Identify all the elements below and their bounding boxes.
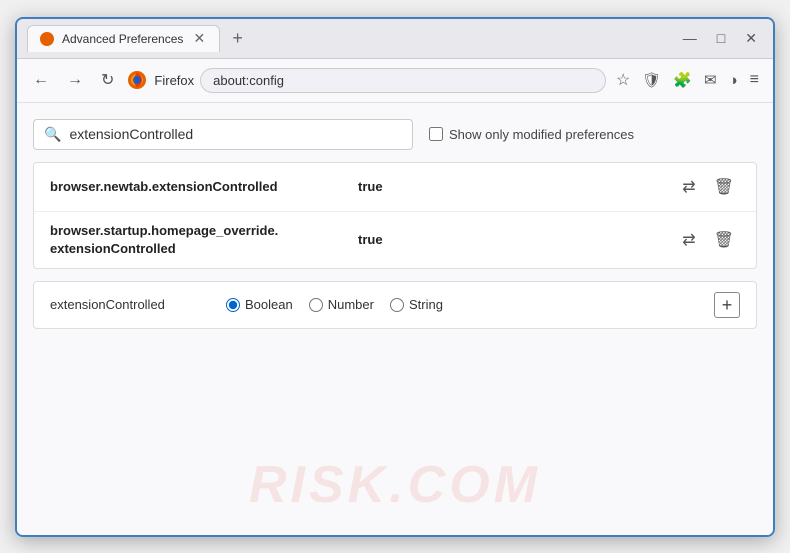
forward-button[interactable]: → bbox=[61, 67, 89, 93]
search-input-wrap[interactable]: 🔍 bbox=[33, 119, 413, 150]
add-pref-button[interactable]: + bbox=[714, 292, 740, 318]
browser-window: Advanced Preferences ✕ + — □ ✕ ← → ↻ Fir… bbox=[15, 17, 775, 537]
content-area: 🔍 Show only modified preferences browser… bbox=[17, 103, 773, 535]
hamburger-icon: ≡ bbox=[750, 71, 759, 89]
share-icon: ✉ bbox=[704, 71, 717, 89]
minimize-button[interactable]: — bbox=[677, 28, 703, 49]
row-2-actions: ⇄ 🗑 bbox=[676, 226, 740, 254]
delete-button-1[interactable]: 🗑 bbox=[708, 173, 740, 201]
window-controls: — □ ✕ bbox=[677, 28, 763, 49]
browser-name-label: Firefox bbox=[154, 73, 194, 88]
compat-icon: ◑ bbox=[729, 72, 738, 89]
toggle-button-1[interactable]: ⇄ bbox=[676, 173, 701, 201]
toggle-icon-1: ⇄ bbox=[682, 179, 695, 196]
new-tab-button[interactable]: + bbox=[226, 28, 249, 49]
firefox-logo-icon bbox=[126, 69, 148, 91]
string-label: String bbox=[409, 297, 443, 312]
delete-icon-1: 🗑 bbox=[714, 179, 734, 196]
show-modified-wrap: Show only modified preferences bbox=[429, 127, 634, 142]
table-row[interactable]: browser.startup.homepage_override.extens… bbox=[34, 212, 756, 268]
delete-button-2[interactable]: 🗑 bbox=[708, 226, 740, 254]
back-button[interactable]: ← bbox=[27, 67, 55, 93]
toggle-button-2[interactable]: ⇄ bbox=[676, 226, 701, 254]
tab-close-button[interactable]: ✕ bbox=[191, 31, 207, 47]
search-input[interactable] bbox=[69, 126, 402, 142]
compat-button[interactable]: ◑ bbox=[725, 68, 742, 93]
table-row[interactable]: browser.newtab.extensionControlled true … bbox=[34, 163, 756, 212]
show-modified-checkbox[interactable] bbox=[429, 127, 443, 141]
share-button[interactable]: ✉ bbox=[700, 67, 721, 93]
boolean-label: Boolean bbox=[245, 297, 293, 312]
reload-button[interactable]: ↻ bbox=[95, 66, 120, 94]
pref-value-2: true bbox=[358, 232, 668, 247]
number-radio[interactable] bbox=[309, 298, 323, 312]
results-table: browser.newtab.extensionControlled true … bbox=[33, 162, 757, 269]
shield-button[interactable]: 🛡 bbox=[638, 67, 665, 93]
address-bar[interactable]: about:config bbox=[200, 68, 606, 93]
pref-value-1: true bbox=[358, 179, 668, 194]
delete-icon-2: 🗑 bbox=[714, 232, 734, 249]
show-modified-label: Show only modified preferences bbox=[449, 127, 634, 142]
bookmark-button[interactable]: ☆ bbox=[612, 66, 634, 94]
boolean-radio[interactable] bbox=[226, 298, 240, 312]
number-radio-label[interactable]: Number bbox=[309, 297, 374, 312]
shield-icon: 🛡 bbox=[642, 71, 661, 89]
tab-label: Advanced Preferences bbox=[62, 32, 183, 46]
watermark: RISK.COM bbox=[249, 455, 541, 515]
maximize-button[interactable]: □ bbox=[711, 28, 731, 49]
active-tab[interactable]: Advanced Preferences ✕ bbox=[27, 25, 220, 52]
nav-icons: ☆ 🛡 🧩 ✉ ◑ ≡ bbox=[612, 66, 763, 94]
boolean-radio-label[interactable]: Boolean bbox=[226, 297, 293, 312]
pref-name-1: browser.newtab.extensionControlled bbox=[50, 179, 350, 194]
tab-favicon bbox=[40, 32, 54, 46]
search-icon: 🔍 bbox=[44, 126, 61, 143]
row-1-actions: ⇄ 🗑 bbox=[676, 173, 740, 201]
string-radio-label[interactable]: String bbox=[390, 297, 443, 312]
string-radio[interactable] bbox=[390, 298, 404, 312]
add-preference-row: extensionControlled Boolean Number Strin… bbox=[33, 281, 757, 329]
type-radio-group: Boolean Number String bbox=[226, 297, 698, 312]
nav-bar: ← → ↻ Firefox about:config ☆ 🛡 🧩 ✉ bbox=[17, 59, 773, 103]
new-pref-key: extensionControlled bbox=[50, 297, 210, 312]
extension-button[interactable]: 🧩 bbox=[669, 67, 696, 93]
search-bar: 🔍 Show only modified preferences bbox=[33, 119, 757, 150]
pref-name-2: browser.startup.homepage_override.extens… bbox=[50, 222, 350, 258]
close-button[interactable]: ✕ bbox=[739, 28, 763, 49]
url-display: about:config bbox=[213, 73, 593, 88]
title-bar: Advanced Preferences ✕ + — □ ✕ bbox=[17, 19, 773, 59]
toggle-icon-2: ⇄ bbox=[682, 232, 695, 249]
menu-button[interactable]: ≡ bbox=[746, 67, 763, 93]
number-label: Number bbox=[328, 297, 374, 312]
bookmark-icon: ☆ bbox=[616, 70, 630, 90]
extension-icon: 🧩 bbox=[673, 71, 692, 89]
